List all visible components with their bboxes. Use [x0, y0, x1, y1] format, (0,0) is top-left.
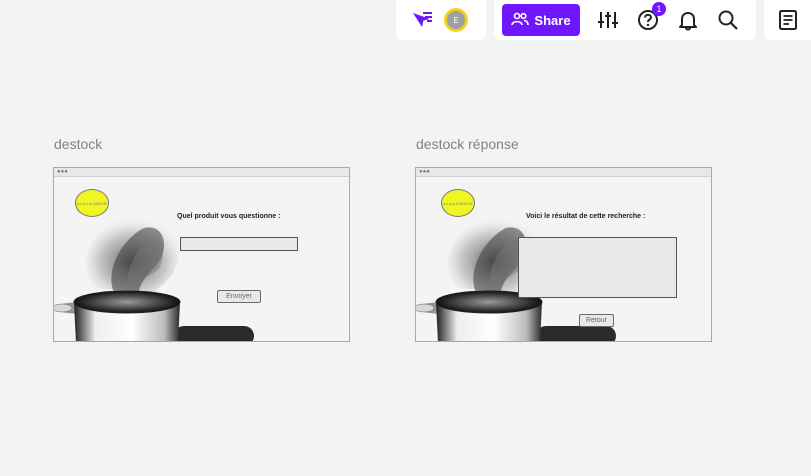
notification-badge: 1	[652, 2, 666, 16]
product-input[interactable]	[180, 237, 298, 251]
logo-text: s-t-o-c-k DOLCE	[77, 200, 107, 206]
search-icon[interactable]	[716, 8, 740, 32]
bell-icon[interactable]	[676, 8, 700, 32]
avatar[interactable]: E	[444, 8, 468, 32]
toolbar-main: Share 1	[494, 0, 756, 40]
frame-destock[interactable]: ●●● s-t-o-c-k DOLCE Quel produit vous qu…	[53, 167, 350, 342]
result-box	[518, 237, 677, 298]
avatar-initial: E	[453, 15, 459, 25]
help-icon[interactable]: 1	[636, 2, 666, 32]
filter-cursor-icon[interactable]	[410, 8, 434, 32]
frame-destock-reponse[interactable]: ●●● s-t-o-c-k DOLCE Voici le résultat de…	[415, 167, 712, 342]
share-button[interactable]: Share	[502, 4, 580, 36]
toolbar-right	[764, 0, 811, 40]
frame-title[interactable]: destock réponse	[416, 136, 519, 152]
send-button[interactable]: Envoyer	[217, 290, 261, 303]
share-label: Share	[534, 12, 571, 28]
logo: s-t-o-c-k DOLCE	[441, 189, 475, 217]
toolbar-left: E	[396, 0, 486, 40]
back-button[interactable]: Retour	[579, 314, 614, 327]
logo-text: s-t-o-c-k DOLCE	[443, 200, 473, 206]
frame-title[interactable]: destock	[54, 136, 102, 152]
sliders-icon[interactable]	[596, 8, 620, 32]
result-prompt: Voici le résultat de cette recherche :	[526, 213, 646, 220]
tool-icons: 1	[596, 2, 740, 32]
question-prompt: Quel produit vous questionne :	[177, 213, 281, 220]
users-icon	[511, 12, 530, 29]
logo: s-t-o-c-k DOLCE	[75, 189, 109, 217]
notes-icon[interactable]	[776, 8, 800, 32]
